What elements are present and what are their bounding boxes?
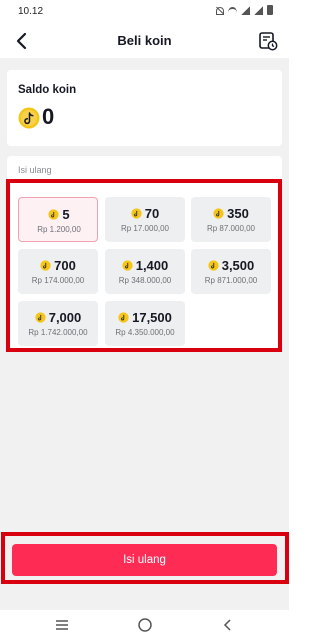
wifi-icon <box>228 6 237 15</box>
system-back-button[interactable] <box>218 615 238 635</box>
balance-card: Saldo koin 0 <box>7 70 282 146</box>
menu-icon <box>56 620 68 630</box>
options-highlight-frame <box>6 179 282 352</box>
mute-icon <box>215 6 224 15</box>
battery-icon <box>267 5 273 15</box>
signal-icon-2 <box>254 5 263 15</box>
signal-icon <box>241 5 250 15</box>
status-icons <box>215 5 273 15</box>
status-bar: 10.12 <box>0 0 289 24</box>
page-title: Beli koin <box>117 33 172 48</box>
options-label: Isi ulang <box>18 165 52 175</box>
history-button[interactable] <box>257 30 279 52</box>
recent-apps-button[interactable] <box>52 615 72 635</box>
back-nav-icon <box>223 619 231 631</box>
cta-highlight-frame <box>1 532 289 584</box>
header: Beli koin <box>0 24 289 58</box>
status-time: 10.12 <box>18 6 44 17</box>
home-icon <box>138 618 152 632</box>
system-nav-bar <box>0 610 289 640</box>
history-icon <box>259 32 278 51</box>
home-button[interactable] <box>135 615 155 635</box>
balance-label: Saldo koin <box>18 84 77 96</box>
balance-value: 0 <box>42 104 55 129</box>
coin-icon <box>18 107 40 129</box>
